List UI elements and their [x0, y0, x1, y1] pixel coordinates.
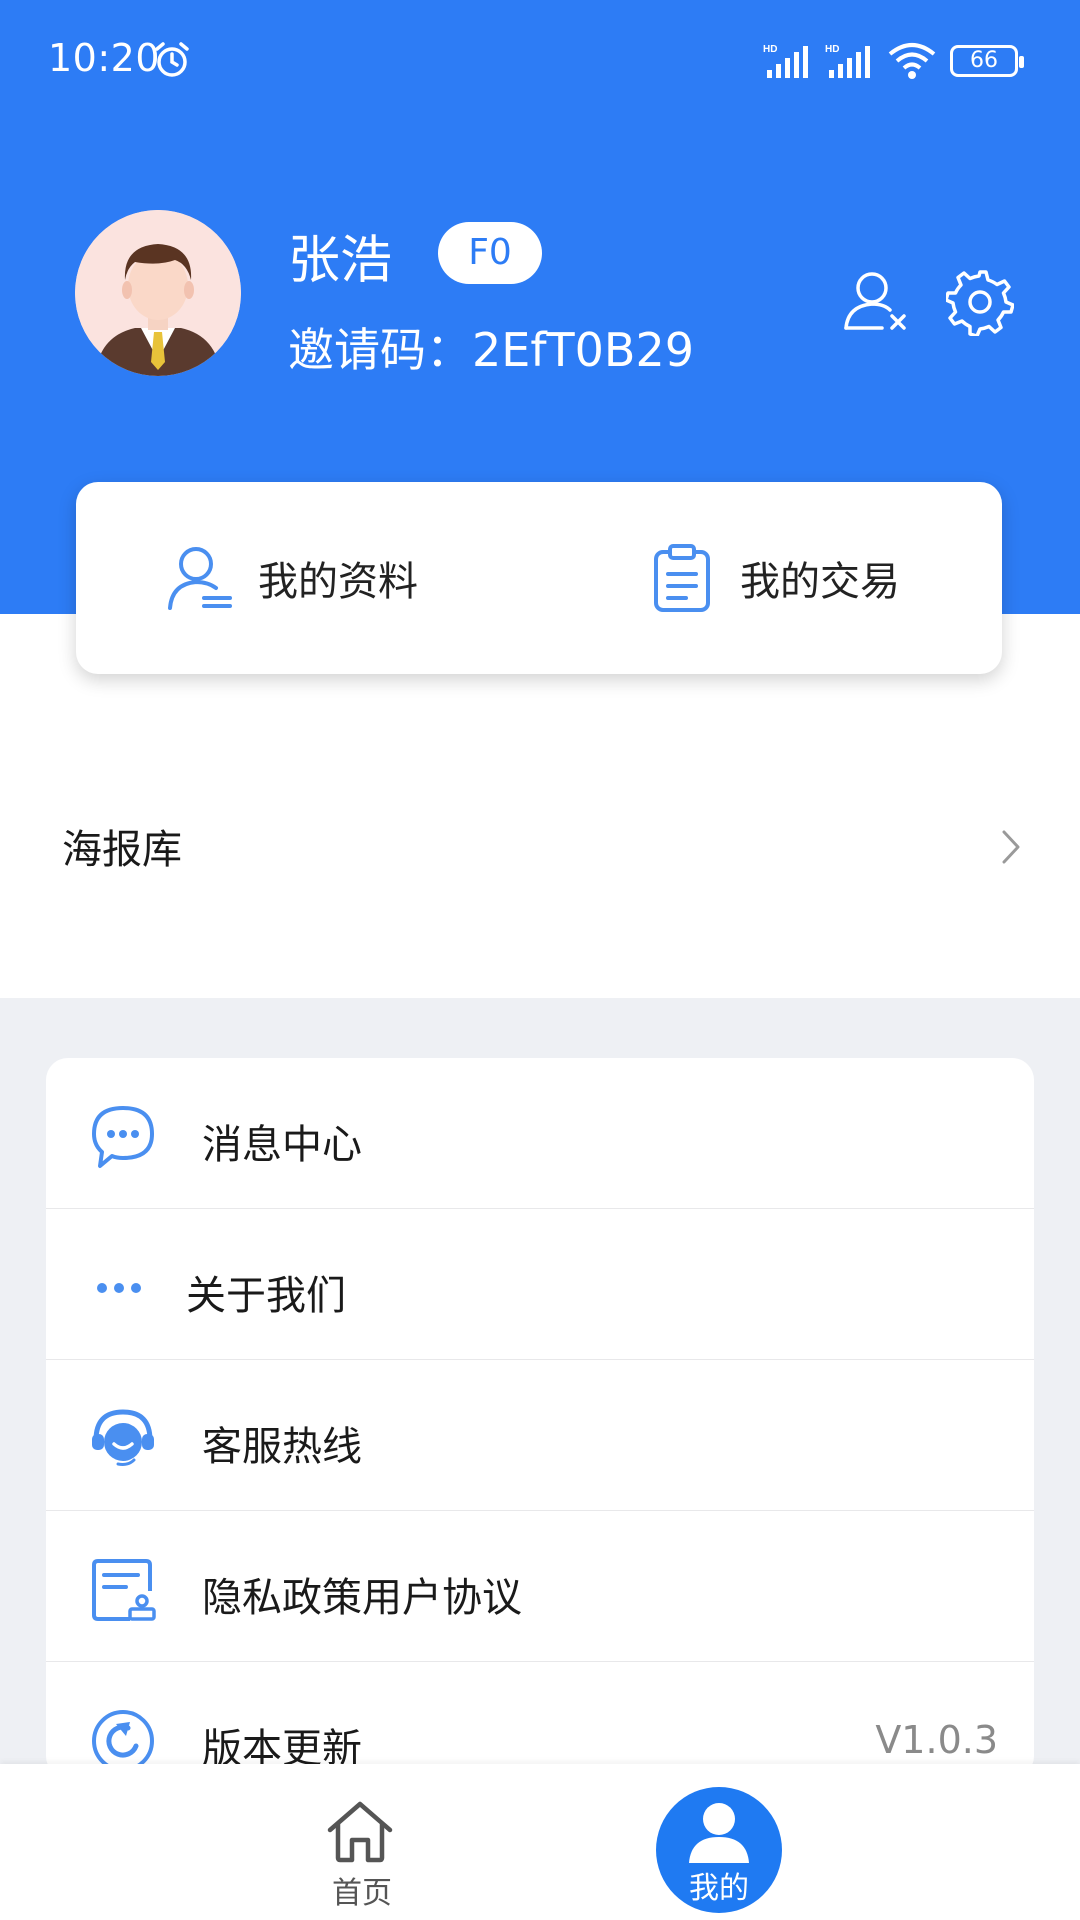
avatar[interactable] [75, 210, 241, 376]
alarm-icon [155, 42, 189, 77]
user-profile-icon [168, 547, 232, 610]
more-dots-icon [97, 1283, 141, 1293]
cell-signal-icon: HD [763, 44, 808, 78]
poster-library-row[interactable]: 海报库 [0, 790, 1080, 902]
avatar-illustration [75, 210, 241, 376]
menu-item-message-center[interactable]: 消息中心 [46, 1058, 1034, 1209]
my-trades-button[interactable]: 我的交易 [646, 482, 900, 674]
svg-text:HD: HD [763, 44, 777, 55]
status-bar: 10:20 HD HD 66 [0, 0, 1080, 120]
bottom-tab-bar: 首页 [0, 1764, 1080, 1920]
chevron-right-icon [1002, 830, 1020, 864]
user-name: 张浩 [288, 231, 393, 291]
tab-mine-label: 我的 [689, 1871, 749, 1906]
menu-item-about-us[interactable]: 关于我们 [46, 1209, 1034, 1360]
my-profile-label: 我的资料 [258, 559, 418, 605]
user-remove-icon[interactable] [842, 268, 910, 332]
battery-indicator: 66 [950, 45, 1024, 77]
user-icon [689, 1803, 749, 1863]
invite-code[interactable]: 邀请码：2EfT0B29 [288, 314, 694, 380]
menu-item-privacy-policy[interactable]: 隐私政策用户协议 [46, 1511, 1034, 1662]
menu-item-label: 消息中心 [202, 1122, 362, 1168]
wifi-icon [888, 43, 936, 79]
quick-actions-card: 我的资料 我的交易 [76, 482, 1002, 674]
menu-item-label: 隐私政策用户协议 [202, 1575, 522, 1621]
headset-icon [92, 1409, 154, 1466]
my-trades-label: 我的交易 [740, 559, 900, 605]
home-icon [327, 1801, 393, 1863]
chat-bubble-icon [92, 1106, 154, 1168]
svg-text:HD: HD [825, 44, 839, 55]
menu-card: 消息中心 关于我们 客服热线 隐私政策用户协议 版本更新 V1.0.3 [46, 1058, 1034, 1778]
tab-home-label: 首页 [332, 1876, 392, 1911]
menu-item-label: 客服热线 [202, 1424, 362, 1470]
gear-icon[interactable] [946, 268, 1014, 336]
menu-item-label: 关于我们 [186, 1273, 346, 1319]
poster-library-label: 海报库 [62, 827, 182, 873]
document-stamp-icon [92, 1559, 156, 1621]
version-number: V1.0.3 [875, 1718, 998, 1762]
menu-item-customer-hotline[interactable]: 客服热线 [46, 1360, 1034, 1511]
my-profile-button[interactable]: 我的资料 [164, 482, 418, 674]
cell-signal-icon: HD [825, 44, 870, 78]
status-time: 10:20 [48, 36, 161, 80]
tab-home[interactable]: 首页 [318, 1764, 402, 1920]
level-badge: F0 [438, 222, 542, 284]
tab-mine[interactable]: 我的 [656, 1787, 782, 1913]
clipboard-icon [654, 544, 710, 612]
menu-item-version-update[interactable]: 版本更新 V1.0.3 [46, 1662, 1034, 1778]
